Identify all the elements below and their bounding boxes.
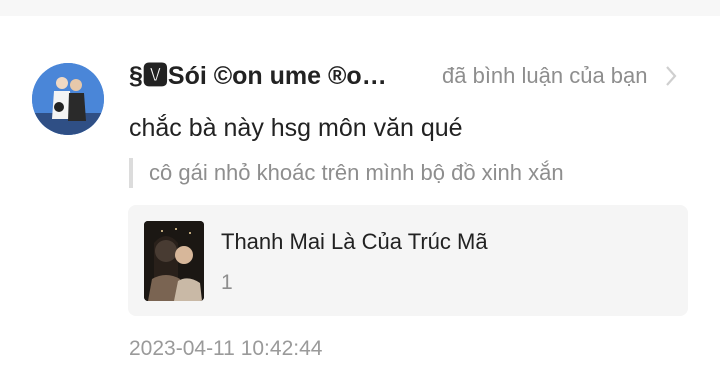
username[interactable]: §🆅Sói ©on ume ®o…: [129, 59, 419, 93]
video-title: Thanh Mai Là Của Trúc Mã: [221, 229, 488, 254]
timestamp: 2023-04-11 10:42:44: [129, 337, 323, 360]
quote-bar: [129, 158, 133, 188]
action-text: đã bình luận của bạn: [442, 63, 648, 88]
video-count: 1: [221, 271, 233, 294]
comment-text: chắc bà này hsg môn văn qué: [129, 114, 463, 142]
quoted-comment: cô gái nhỏ khoác trên mình bộ đồ xinh xắ…: [149, 160, 564, 185]
notification-item[interactable]: §🆅Sói ©on ume ®o… đã bình luận của bạn c…: [0, 16, 720, 370]
user-avatar[interactable]: [32, 63, 104, 135]
video-thumbnail[interactable]: [144, 221, 204, 301]
chevron-right-icon[interactable]: [662, 64, 680, 88]
video-card[interactable]: Thanh Mai Là Của Trúc Mã 1: [128, 205, 688, 316]
